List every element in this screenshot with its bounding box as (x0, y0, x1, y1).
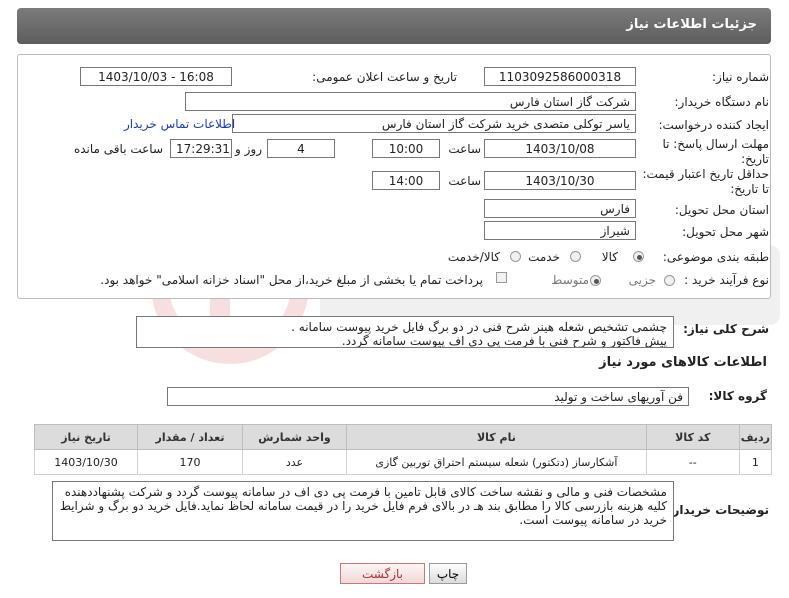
buyer-org-label: نام دستگاه خریدار: (674, 95, 770, 109)
process-option-medium: متوسط (551, 273, 589, 287)
col-unit: واحد شمارش (242, 424, 347, 450)
table-row: 1 -- آشکارساز (دتکتور) شعله سیستم احتراق… (34, 449, 773, 475)
process-radio-minor[interactable] (664, 275, 675, 286)
province-field: فارس (484, 199, 636, 218)
goods-table: ردیف کد کالا نام کالا واحد شمارش تعداد /… (34, 424, 773, 475)
buyer-notes-label: توضیحات خریدار: (667, 503, 769, 517)
deadline-time-label: ساعت (448, 142, 481, 156)
remaining-time-field: 17:29:31 (170, 139, 232, 158)
back-button[interactable]: بازگشت (340, 563, 425, 584)
deadline-time-field: 10:00 (372, 139, 440, 158)
process-type-label: نوع فرآیند خرید : (684, 273, 769, 287)
deadline-date-field: 1403/10/08 (484, 139, 636, 158)
cell-item-code: -- (645, 449, 740, 475)
cell-quantity: 170 (137, 449, 243, 475)
creator-label: ایجاد کننده درخواست: (658, 118, 769, 132)
treasury-payment-note: پرداخت تمام یا بخشی از مبلغ خرید،از محل … (100, 273, 483, 287)
creator-field: یاسر توکلی متصدی خرید شرکت گاز استان فار… (232, 114, 636, 133)
summary-textarea[interactable]: چشمی تشخیص شعله هینر شرح فنی در دو برگ ف… (136, 316, 674, 348)
goods-group-field: فن آوریهای ساخت و تولید (167, 387, 689, 406)
treasury-payment-checkbox[interactable] (496, 272, 507, 283)
province-label: استان محل تحویل: (674, 203, 769, 217)
col-quantity: تعداد / مقدار (137, 424, 243, 450)
category-label: طبقه بندی موضوعی: (662, 250, 769, 264)
remaining-time-label: ساعت باقی مانده (73, 142, 163, 156)
price-validity-date-field: 1403/10/30 (484, 171, 636, 190)
buyer-notes-textarea[interactable]: مشخصات فنی و مالی و نقشه ساخت کالای قابل… (52, 481, 674, 541)
price-validity-time-field: 14:00 (372, 171, 440, 190)
city-label: شهر محل تحویل: (682, 225, 769, 239)
process-option-minor: جزیی (628, 273, 656, 287)
goods-section-title: اطلاعات کالاهای مورد نیاز (599, 355, 767, 370)
price-validity-time-label: ساعت (448, 174, 481, 188)
category-radio-service[interactable] (570, 251, 581, 262)
category-option-goods-service: کالا/خدمت (447, 250, 500, 264)
cell-row-number: 1 (738, 449, 773, 475)
goods-table-header: ردیف کد کالا نام کالا واحد شمارش تعداد /… (34, 424, 773, 450)
cell-item-name: آشکارساز (دتکتور) شعله سیستم احتراق تورب… (346, 449, 647, 475)
category-radio-goods-service[interactable] (510, 251, 521, 262)
need-number-field: 1103092586000318 (484, 67, 636, 86)
col-item-name: نام کالا (346, 424, 647, 450)
page-header: جزئیات اطلاعات نیاز (17, 8, 771, 44)
days-label: روز و (235, 142, 262, 156)
process-radio-medium[interactable] (590, 275, 601, 286)
cell-need-date: 1403/10/30 (34, 449, 138, 475)
col-need-date: تاریخ نیاز (34, 424, 138, 450)
announce-date-label: تاریخ و ساعت اعلان عمومی: (312, 70, 457, 84)
category-option-goods: کالا (601, 250, 618, 264)
category-option-service: خدمت (528, 250, 560, 264)
summary-label: شرح کلی نیاز: (683, 322, 769, 336)
price-validity-label: حداقل تاریخ اعتبار قیمت: تا تاریخ: (642, 167, 769, 196)
goods-group-label: گروه کالا: (708, 389, 767, 403)
col-item-code: کد کالا (645, 424, 740, 450)
category-radio-goods[interactable] (633, 251, 644, 262)
buyer-org-field: شرکت گاز استان فارس (185, 92, 636, 111)
page-title: جزئیات اطلاعات نیاز (626, 17, 757, 32)
cell-unit: عدد (242, 449, 347, 475)
col-row-number: ردیف (738, 424, 773, 450)
days-remaining-field: 4 (267, 139, 335, 158)
city-field: شیراز (484, 221, 636, 240)
buyer-contact-link[interactable]: اطلاعات تماس خریدار (124, 117, 235, 131)
deadline-label: مهلت ارسال پاسخ: تا تاریخ: (662, 137, 769, 166)
announce-date-field: 1403/10/03 - 16:08 (80, 67, 232, 86)
print-button[interactable]: چاپ (429, 563, 467, 584)
need-number-label: شماره نیاز: (712, 70, 769, 84)
